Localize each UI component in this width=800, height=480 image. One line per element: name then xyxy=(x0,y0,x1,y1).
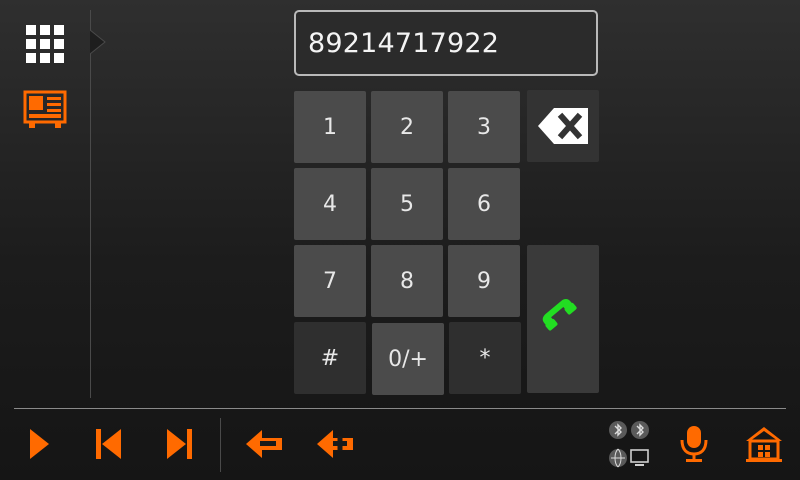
next-track-icon xyxy=(167,429,192,459)
key-0-plus[interactable]: 0/+ xyxy=(372,323,444,395)
grid-menu-button[interactable] xyxy=(22,22,68,66)
dialpad-screen-icon xyxy=(23,90,67,128)
previous-track-button[interactable] xyxy=(88,422,128,466)
number-display[interactable]: 89214717922 xyxy=(294,10,598,76)
home-icon xyxy=(746,427,782,462)
microphone-button[interactable] xyxy=(674,422,714,466)
next-track-button[interactable] xyxy=(160,422,200,466)
volume-down-button[interactable] xyxy=(242,422,286,466)
grid-menu-icon xyxy=(26,25,64,63)
dialed-number: 89214717922 xyxy=(308,27,500,59)
key-7[interactable]: 7 xyxy=(294,245,366,317)
previous-track-icon xyxy=(96,429,121,459)
monitor-icon xyxy=(630,449,649,466)
sidebar-selection-notch xyxy=(90,30,106,54)
key-3[interactable]: 3 xyxy=(448,91,520,163)
call-button[interactable] xyxy=(527,245,599,393)
volume-up-button[interactable] xyxy=(313,422,357,466)
bluetooth-icon xyxy=(609,421,627,439)
call-icon xyxy=(542,299,577,331)
key-1[interactable]: 1 xyxy=(294,91,366,163)
home-button[interactable] xyxy=(742,422,786,466)
microphone-icon xyxy=(680,426,708,462)
bottom-bar-divider xyxy=(14,408,786,409)
dialpad-screen-button[interactable] xyxy=(22,88,68,132)
key-star[interactable]: * xyxy=(449,322,521,394)
key-6[interactable]: 6 xyxy=(448,168,520,240)
backspace-icon xyxy=(538,108,588,144)
key-9[interactable]: 9 xyxy=(448,245,520,317)
sidebar-divider xyxy=(90,10,91,398)
volume-up-icon xyxy=(317,430,353,458)
globe-icon xyxy=(609,448,627,468)
bluetooth-audio-icon xyxy=(631,421,649,439)
key-8[interactable]: 8 xyxy=(371,245,443,317)
key-2[interactable]: 2 xyxy=(371,91,443,163)
key-hash[interactable]: # xyxy=(294,322,366,394)
play-icon xyxy=(30,429,49,459)
play-button[interactable] xyxy=(22,422,56,466)
bottom-bar-separator xyxy=(220,418,221,472)
backspace-button[interactable] xyxy=(527,90,599,162)
volume-down-icon xyxy=(246,430,282,458)
status-indicators xyxy=(606,418,652,472)
key-5[interactable]: 5 xyxy=(371,168,443,240)
key-4[interactable]: 4 xyxy=(294,168,366,240)
